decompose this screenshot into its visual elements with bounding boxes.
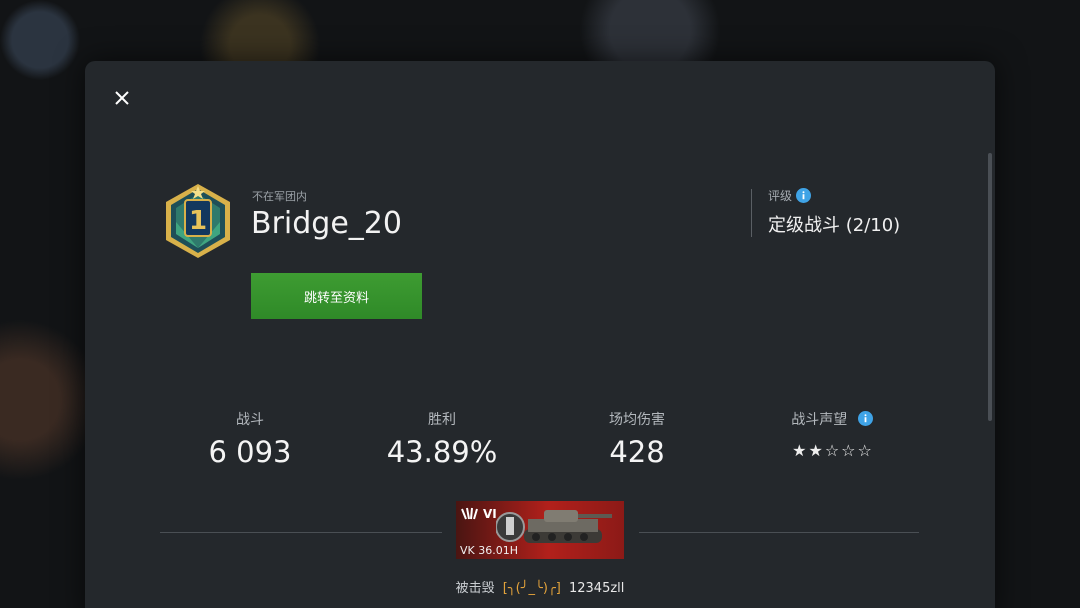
divider (751, 189, 752, 237)
stat-label: 场均伤害 (609, 412, 665, 428)
rating-value: 定级战斗 (2/10) (768, 215, 901, 236)
germany-nation-icon (461, 507, 478, 520)
star-empty-icon: ☆ (857, 441, 872, 460)
tank-tier: VI (483, 507, 497, 521)
reputation-stars: ★ ★ ☆ ☆ ☆ (752, 441, 912, 460)
stat-reputation: 战斗声望 ★ ★ ☆ ☆ ☆ (752, 409, 912, 460)
svg-text:1: 1 (189, 206, 207, 236)
info-icon[interactable] (796, 188, 811, 203)
go-to-profile-button[interactable]: 跳转至资料 (251, 273, 422, 319)
stat-label: 胜利 (428, 412, 456, 428)
scrollbar[interactable] (988, 153, 992, 421)
tank-icon (496, 510, 612, 543)
stat-value: 428 (609, 435, 665, 469)
rating-label: 评级 (768, 189, 793, 203)
killer-tank-card[interactable]: VI VK 36.01H (456, 501, 624, 559)
stat-value: 6 093 (208, 435, 292, 469)
stat-value: 43.89% (386, 435, 498, 469)
divider (639, 532, 919, 533)
killer-clan-tag[interactable]: [╮(╯_╰)╭] (503, 581, 561, 596)
tank-name: VK 36.01H (460, 544, 518, 557)
star-empty-icon: ☆ (841, 441, 856, 460)
killer-name[interactable]: 12345zll (569, 581, 624, 596)
stat-label: 战斗声望 (752, 409, 912, 429)
star-empty-icon: ☆ (824, 441, 840, 460)
killed-by-label: 被击毁 (455, 581, 495, 596)
killed-by-line: 被击毁 [╮(╯_╰)╭] 12345zll (85, 577, 995, 596)
rank-emblem-icon: 1 (166, 184, 230, 258)
player-name: Bridge_20 (251, 206, 402, 241)
star-filled-icon: ★ (792, 441, 807, 460)
clan-status: 不在军团内 (252, 190, 307, 203)
player-profile-dialog: 1 不在军团内 Bridge_20 跳转至资料 评级 定级战斗 (2/10) 战… (85, 61, 995, 608)
stat-victories: 胜利 43.89% (362, 409, 522, 469)
close-icon[interactable] (111, 87, 133, 109)
divider (160, 532, 442, 533)
stat-avg-damage: 场均伤害 428 (557, 409, 717, 469)
info-icon[interactable] (857, 411, 873, 426)
stat-battles: 战斗 6 093 (170, 409, 330, 469)
star-filled-icon: ★ (808, 441, 823, 460)
stat-label: 战斗 (236, 412, 264, 428)
